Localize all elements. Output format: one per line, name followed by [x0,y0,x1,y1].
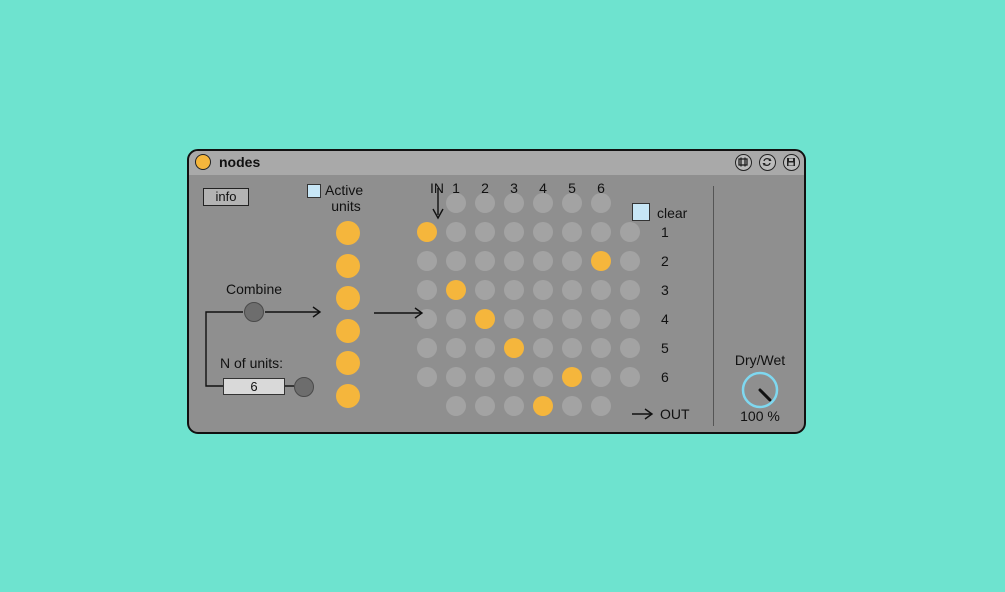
signal-lines [205,188,654,420]
nodes-device: nodes info Active units Combine N of uni… [187,149,806,434]
